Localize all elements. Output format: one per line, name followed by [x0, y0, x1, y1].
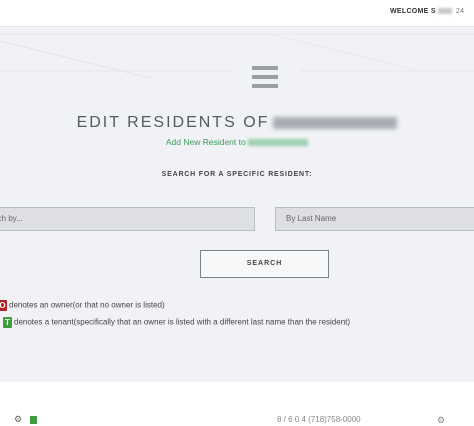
search-button[interactable]: SEARCH [200, 250, 329, 278]
page-title-text: EDIT RESIDENTS OF [76, 114, 270, 131]
add-link-text[interactable]: Add New Resident to [166, 137, 246, 147]
owner-legend: Odenotes an owner(or that no owner is li… [0, 300, 165, 311]
page: WELCOME S 24 EDIT RESIDENTS OF Add New Re… [0, 0, 474, 426]
tenant-badge: T [3, 317, 12, 328]
redacted-username [437, 8, 452, 15]
add-new-resident-link[interactable]: Add New Resident to [0, 137, 474, 147]
welcome-label: WELCOME S [390, 8, 436, 15]
redacted-association-name [273, 116, 398, 129]
footer-row: ⚙ 8 / 6 0 4 (718)758-0000 ⚙ [0, 414, 474, 426]
gear-icon[interactable]: ⚙ [14, 414, 22, 425]
settings-icon[interactable]: ⚙ [437, 415, 445, 426]
top-header: WELCOME S 24 [0, 0, 474, 26]
tenant-legend-text: denotes a tenant(specifically that an ow… [14, 317, 351, 327]
redacted-association-short [248, 139, 309, 147]
header-number-fragment: 24 [455, 8, 465, 15]
document-icon[interactable] [30, 416, 37, 424]
owner-badge: O [0, 300, 7, 311]
search-by-input[interactable]: rch by... [0, 207, 255, 231]
tenant-legend: Tdenotes a tenant(specifically that an o… [0, 317, 350, 328]
search-heading: SEARCH FOR A SPECIFIC RESIDENT: [161, 171, 313, 178]
owner-legend-text: denotes an owner(or that no owner is lis… [9, 300, 165, 310]
footer-phone-fragment: 8 / 6 0 4 (718)758-0000 [277, 415, 361, 424]
welcome-text: WELCOME S 24 [390, 8, 464, 15]
last-name-input[interactable]: By Last Name [275, 207, 474, 231]
edit-residents-panel: EDIT RESIDENTS OF Add New Resident to SE… [0, 26, 474, 382]
footer-fragment: ⚙ 8 / 6 0 4 (718)758-0000 ⚙ [0, 382, 474, 426]
page-title: EDIT RESIDENTS OF [0, 114, 474, 132]
menu-icon[interactable] [252, 66, 278, 88]
